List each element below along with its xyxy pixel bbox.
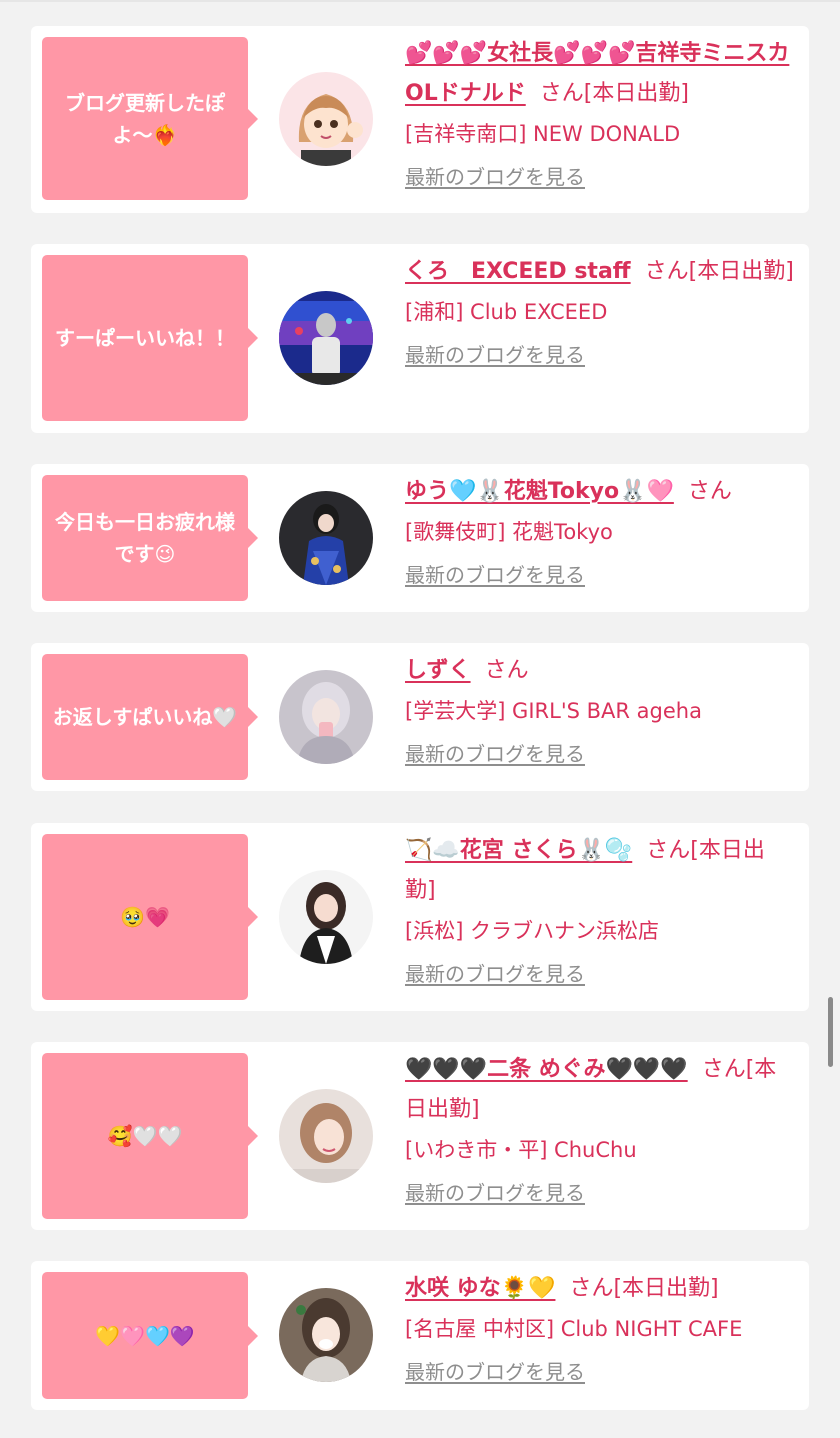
avatar[interactable]	[279, 72, 373, 166]
status-label: [本日出勤]	[688, 259, 794, 284]
comment-bubble: 🥹💗	[42, 834, 258, 1000]
author-line: 💕💕💕女社長💕💕💕吉祥寺ミニスカOLドナルド さん[本日出勤]	[405, 34, 795, 114]
avatar[interactable]	[279, 670, 373, 764]
honorific: さん	[687, 479, 732, 504]
honorific: さん	[569, 1276, 614, 1301]
status-label: [本日出勤]	[613, 1276, 719, 1301]
author-line: 🖤🖤🖤二条 めぐみ🖤🖤🖤 さん[本日出勤]	[405, 1050, 795, 1130]
honorific: さん	[539, 81, 584, 106]
avatar[interactable]	[279, 1089, 373, 1183]
shop-label: [いわき市・平] ChuChu	[405, 1138, 637, 1162]
avatar[interactable]	[279, 291, 373, 385]
blog-comment-card: ブログ更新したぽよ〜❤️‍🔥 💕💕💕女社長💕💕💕吉祥寺ミニスカOLドナルド さん[…	[31, 26, 809, 213]
comment-text: ブログ更新したぽよ〜❤️‍🔥	[65, 90, 225, 147]
aquarium-photo-avatar	[279, 291, 373, 385]
shop-label: [名古屋 中村区] Club NIGHT CAFE	[405, 1317, 743, 1341]
blog-comment-card: 💛🩷🩵💜 水咲 ゆな🌻💛 さん[本日出勤] [名古屋 中村区] Club NIGH…	[31, 1261, 809, 1410]
comment-text: お返しすぱいいね🤍	[52, 705, 238, 729]
shop-label: [歌舞伎町] 花魁Tokyo	[405, 520, 613, 544]
avatar[interactable]	[279, 870, 373, 964]
honorific: さん	[701, 1057, 746, 1082]
avatar[interactable]	[279, 1288, 373, 1382]
latest-blog-link[interactable]: 最新のブログを見る	[405, 959, 585, 989]
author-name-link[interactable]: ゆう🩵🐰花魁Tokyo🐰🩷	[405, 479, 674, 504]
author-name-link[interactable]: しずく	[405, 658, 471, 683]
latest-blog-link[interactable]: 最新のブログを見る	[405, 739, 585, 769]
selfie-photo-avatar	[279, 1089, 373, 1183]
blog-comment-card: 🥰🤍🤍 🖤🖤🖤二条 めぐみ🖤🖤🖤 さん[本日出勤] [いわき市・平] ChuChu…	[31, 1042, 809, 1230]
shop-label: [浜松] クラブハナン浜松店	[405, 919, 660, 943]
blog-comment-card: すーぱーいいね！！ くろ EXCEED staff さん[本日出勤] [浦和] C…	[31, 244, 809, 433]
post-info: 🖤🖤🖤二条 めぐみ🖤🖤🖤 さん[本日出勤] [いわき市・平] ChuChu 最新の…	[405, 1050, 795, 1208]
anime-girl-avatar	[279, 72, 373, 166]
author-name-link[interactable]: 🏹☁️花宮 さくら🐰🫧	[405, 838, 632, 863]
author-line: くろ EXCEED staff さん[本日出勤]	[405, 252, 795, 292]
post-info: 水咲 ゆな🌻💛 さん[本日出勤] [名古屋 中村区] Club NIGHT CAF…	[405, 1269, 795, 1387]
author-line: しずく さん	[405, 651, 795, 691]
latest-blog-link[interactable]: 最新のブログを見る	[405, 1178, 585, 1208]
portrait-photo-avatar	[279, 870, 373, 964]
post-info: 💕💕💕女社長💕💕💕吉祥寺ミニスカOLドナルド さん[本日出勤] [吉祥寺南口] N…	[405, 34, 795, 192]
author-name-link[interactable]: 水咲 ゆな🌻💛	[405, 1276, 555, 1301]
comment-text: すーぱーいいね！！	[55, 326, 235, 350]
comment-text: 今日も一日お疲れ様です😉	[55, 510, 235, 566]
shop-label: [学芸大学] GIRL'S BAR ageha	[405, 699, 702, 723]
post-info: 🏹☁️花宮 さくら🐰🫧 さん[本日出勤] [浜松] クラブハナン浜松店 最新のブロ…	[405, 831, 795, 989]
author-line: ゆう🩵🐰花魁Tokyo🐰🩷 さん	[405, 472, 795, 512]
post-info: しずく さん [学芸大学] GIRL'S BAR ageha 最新のブログを見る	[405, 651, 795, 769]
comment-text: 💛🩷🩵💜	[95, 1323, 195, 1348]
comment-bubble: すーぱーいいね！！	[42, 255, 258, 421]
comment-bubble: ブログ更新したぽよ〜❤️‍🔥	[42, 37, 258, 200]
author-line: 🏹☁️花宮 さくら🐰🫧 さん[本日出勤]	[405, 831, 795, 911]
latest-blog-link[interactable]: 最新のブログを見る	[405, 560, 585, 590]
post-info: くろ EXCEED staff さん[本日出勤] [浦和] Club EXCEED…	[405, 252, 795, 370]
comment-text: 🥰🤍🤍	[107, 1124, 183, 1148]
mirror-selfie-avatar	[279, 670, 373, 764]
top-divider	[0, 0, 840, 2]
shop-label: [吉祥寺南口] NEW DONALD	[405, 122, 681, 146]
latest-blog-link[interactable]: 最新のブログを見る	[405, 340, 585, 370]
post-info: ゆう🩵🐰花魁Tokyo🐰🩷 さん [歌舞伎町] 花魁Tokyo 最新のブログを見る	[405, 472, 795, 590]
comment-bubble: 🥰🤍🤍	[42, 1053, 258, 1219]
avatar[interactable]	[279, 491, 373, 585]
status-label: [本日出勤]	[583, 81, 689, 106]
author-line: 水咲 ゆな🌻💛 さん[本日出勤]	[405, 1269, 795, 1309]
blog-comment-card: 🥹💗 🏹☁️花宮 さくら🐰🫧 さん[本日出勤] [浜松] クラブハナン浜松店 最新…	[31, 823, 809, 1011]
blog-comment-card: 今日も一日お疲れ様です😉 ゆう🩵🐰花魁Tokyo🐰🩷 さん [歌舞伎町] 花魁To…	[31, 464, 809, 612]
author-name-link[interactable]: 🖤🖤🖤二条 めぐみ🖤🖤🖤	[405, 1057, 688, 1082]
shop-label: [浦和] Club EXCEED	[405, 300, 608, 324]
comment-bubble: お返しすぱいいね🤍	[42, 654, 258, 780]
kimono-photo-avatar	[279, 491, 373, 585]
comment-text: 🥹💗	[120, 905, 170, 929]
honorific: さん	[484, 658, 529, 683]
scrollbar[interactable]	[828, 997, 833, 1067]
portrait-photo-avatar	[279, 1288, 373, 1382]
author-name-link[interactable]: くろ EXCEED staff	[405, 259, 631, 284]
latest-blog-link[interactable]: 最新のブログを見る	[405, 1357, 585, 1387]
comment-bubble: 💛🩷🩵💜	[42, 1272, 258, 1399]
honorific: さん	[646, 838, 691, 863]
comment-bubble: 今日も一日お疲れ様です😉	[42, 475, 258, 601]
latest-blog-link[interactable]: 最新のブログを見る	[405, 162, 585, 192]
honorific: さん	[644, 259, 689, 284]
blog-comment-card: お返しすぱいいね🤍 しずく さん [学芸大学] GIRL'S BAR ageha …	[31, 643, 809, 791]
